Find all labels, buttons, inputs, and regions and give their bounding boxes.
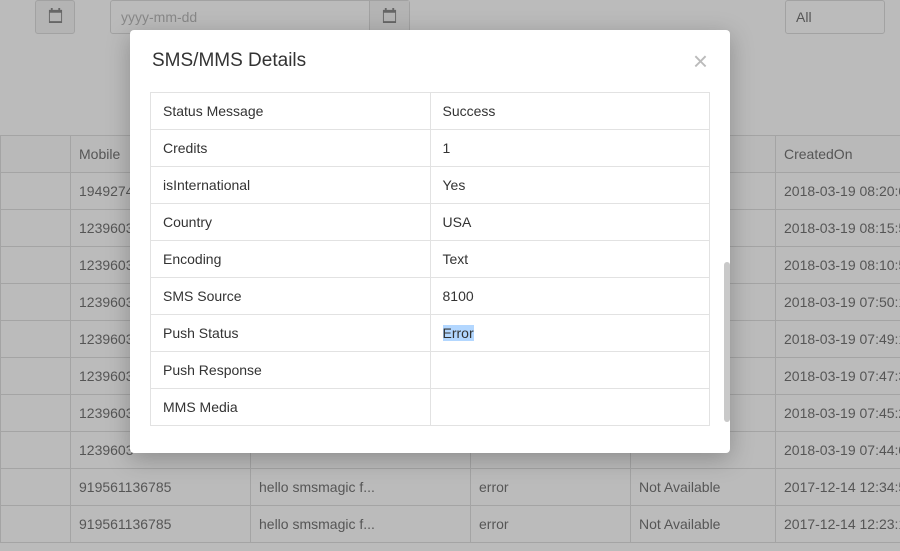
label-encoding: Encoding: [151, 241, 431, 278]
value-mms-media: [430, 389, 710, 426]
row-sms-source: SMS Source 8100: [151, 278, 710, 315]
value-credits: 1: [430, 130, 710, 167]
label-credits: Credits: [151, 130, 431, 167]
modal-scrollbar[interactable]: [724, 262, 730, 422]
value-push-status: Error: [430, 315, 710, 352]
sms-details-modal: SMS/MMS Details × Status Message Success…: [130, 30, 730, 453]
row-push-response: Push Response: [151, 352, 710, 389]
value-country: USA: [430, 204, 710, 241]
value-is-international: Yes: [430, 167, 710, 204]
label-is-international: isInternational: [151, 167, 431, 204]
value-push-response: [430, 352, 710, 389]
modal-header: SMS/MMS Details ×: [130, 30, 730, 92]
row-status-message: Status Message Success: [151, 93, 710, 130]
row-is-international: isInternational Yes: [151, 167, 710, 204]
label-country: Country: [151, 204, 431, 241]
label-push-response: Push Response: [151, 352, 431, 389]
row-country: Country USA: [151, 204, 710, 241]
label-mms-media: MMS Media: [151, 389, 431, 426]
row-mms-media: MMS Media: [151, 389, 710, 426]
value-status-message: Success: [430, 93, 710, 130]
value-sms-source: 8100: [430, 278, 710, 315]
label-status-message: Status Message: [151, 93, 431, 130]
value-encoding: Text: [430, 241, 710, 278]
close-icon: ×: [693, 46, 708, 76]
row-credits: Credits 1: [151, 130, 710, 167]
modal-title: SMS/MMS Details: [152, 50, 306, 72]
row-push-status: Push Status Error: [151, 315, 710, 352]
label-sms-source: SMS Source: [151, 278, 431, 315]
label-push-status: Push Status: [151, 315, 431, 352]
row-encoding: Encoding Text: [151, 241, 710, 278]
close-button[interactable]: ×: [693, 48, 708, 74]
details-table: Status Message Success Credits 1 isInter…: [150, 92, 710, 426]
